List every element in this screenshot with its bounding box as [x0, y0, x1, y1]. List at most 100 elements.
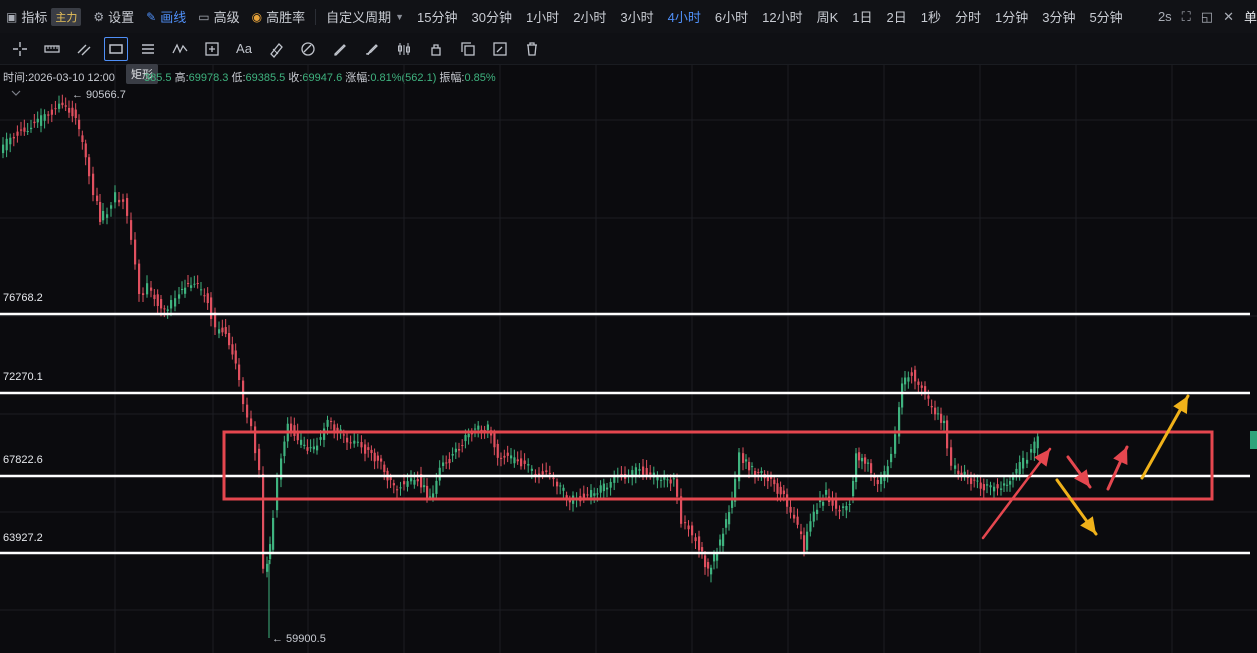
candle — [238, 364, 241, 381]
candle — [92, 173, 95, 196]
fullscreen-icon[interactable]: ⛶ — [1182, 9, 1191, 25]
candle — [376, 455, 379, 461]
candle — [342, 434, 345, 436]
candle — [867, 462, 870, 464]
candle — [193, 283, 196, 285]
candle — [901, 383, 904, 408]
candle — [722, 533, 725, 546]
period-8[interactable]: 周K — [810, 0, 846, 33]
candle — [773, 479, 776, 485]
candle — [930, 405, 933, 408]
candle — [894, 434, 897, 454]
period-3[interactable]: 2小时 — [566, 0, 613, 33]
candle — [380, 458, 383, 462]
period-7[interactable]: 12小时 — [755, 0, 809, 33]
arrow-up-red[interactable] — [981, 447, 1052, 540]
candle — [464, 435, 467, 442]
trash-icon[interactable] — [520, 37, 544, 61]
horizontal-lines-icon[interactable] — [136, 37, 160, 61]
refresh-rate[interactable]: 2s — [1158, 9, 1172, 24]
candle — [493, 433, 496, 448]
candle — [503, 455, 506, 458]
candle — [590, 490, 593, 498]
candle — [728, 512, 731, 525]
candles-icon[interactable] — [392, 37, 416, 61]
period-0[interactable]: 15分钟 — [410, 0, 464, 33]
candle — [367, 447, 370, 450]
wave-icon[interactable] — [168, 37, 192, 61]
period-14[interactable]: 3分钟 — [1035, 0, 1082, 33]
period-15[interactable]: 5分钟 — [1082, 0, 1129, 33]
close-icon[interactable]: ✕ — [1223, 9, 1234, 25]
top-right-controls: 2s ⛶ ◱ ✕ 单 — [1148, 0, 1257, 33]
arrow-down-red[interactable] — [1066, 455, 1092, 489]
candle — [416, 479, 419, 482]
candle — [613, 476, 616, 483]
candle — [467, 433, 470, 438]
candle — [506, 452, 509, 456]
highlighter-icon[interactable] — [264, 37, 288, 61]
winrate-button[interactable]: ◉ 高胜率 — [246, 0, 312, 33]
period-2[interactable]: 1小时 — [519, 0, 566, 33]
collapse-chevron-icon[interactable] — [11, 90, 21, 96]
candle — [262, 473, 265, 569]
edit-icon[interactable] — [488, 37, 512, 61]
copy-icon[interactable] — [456, 37, 480, 61]
candle — [751, 466, 754, 468]
period-10[interactable]: 2日 — [880, 0, 914, 33]
candle — [1030, 449, 1033, 453]
candlestick-chart[interactable] — [0, 65, 1257, 653]
arrow-up-gold[interactable] — [1140, 394, 1190, 480]
annotation-arrows — [981, 394, 1190, 540]
price-axis-tab[interactable] — [1250, 431, 1257, 449]
period-11[interactable]: 1秒 — [914, 0, 948, 33]
candle — [429, 496, 432, 498]
arrow-up-red-2[interactable] — [1106, 445, 1129, 491]
period-1[interactable]: 30分钟 — [464, 0, 518, 33]
text-icon[interactable]: Aa — [232, 37, 256, 61]
candle — [40, 115, 43, 126]
candle — [993, 486, 996, 492]
candle — [979, 482, 982, 489]
candle — [5, 138, 8, 151]
advanced-button[interactable]: ▭ 高级 — [192, 0, 245, 33]
draw-button[interactable]: ✎ 画线 — [140, 0, 192, 33]
period-12[interactable]: 分时 — [948, 0, 988, 33]
candle — [486, 424, 489, 431]
candle — [356, 441, 359, 443]
candle — [593, 493, 596, 496]
right-edge-text[interactable]: 单 — [1244, 7, 1257, 26]
drawing-toolbar: Aa — [0, 33, 1257, 65]
pencil-icon[interactable] — [328, 37, 352, 61]
candle — [943, 420, 946, 424]
period-5[interactable]: 4小时 — [661, 0, 708, 33]
lock-icon[interactable] — [424, 37, 448, 61]
candle — [691, 525, 694, 536]
candle — [272, 517, 275, 550]
indicator-button[interactable]: ▣ 指标 主力 — [0, 0, 87, 33]
eraser-icon[interactable] — [296, 37, 320, 61]
candle — [599, 485, 602, 493]
period-13[interactable]: 1分钟 — [988, 0, 1035, 33]
candle — [174, 298, 177, 307]
ruler-icon[interactable] — [40, 37, 64, 61]
rectangle-icon[interactable] — [104, 36, 128, 61]
settings-button[interactable]: ⚙ 设置 — [87, 0, 140, 33]
candle — [638, 469, 641, 471]
crosshair-icon[interactable] — [8, 37, 32, 61]
parallel-lines-icon[interactable] — [72, 37, 96, 61]
candle — [383, 464, 386, 473]
period-4[interactable]: 3小时 — [613, 0, 660, 33]
winrate-label: 高胜率 — [266, 10, 306, 25]
custom-period-dropdown[interactable]: 自定义周期 ▼ — [320, 0, 410, 33]
candle — [309, 447, 312, 449]
candle — [160, 299, 163, 309]
period-9[interactable]: 1日 — [845, 0, 879, 33]
period-6[interactable]: 6小时 — [708, 0, 755, 33]
candle — [845, 505, 848, 511]
candle — [410, 478, 413, 482]
candle — [96, 195, 99, 202]
brush-icon[interactable] — [360, 37, 384, 61]
add-box-icon[interactable] — [200, 37, 224, 61]
screenshot-icon[interactable]: ◱ — [1201, 9, 1213, 25]
